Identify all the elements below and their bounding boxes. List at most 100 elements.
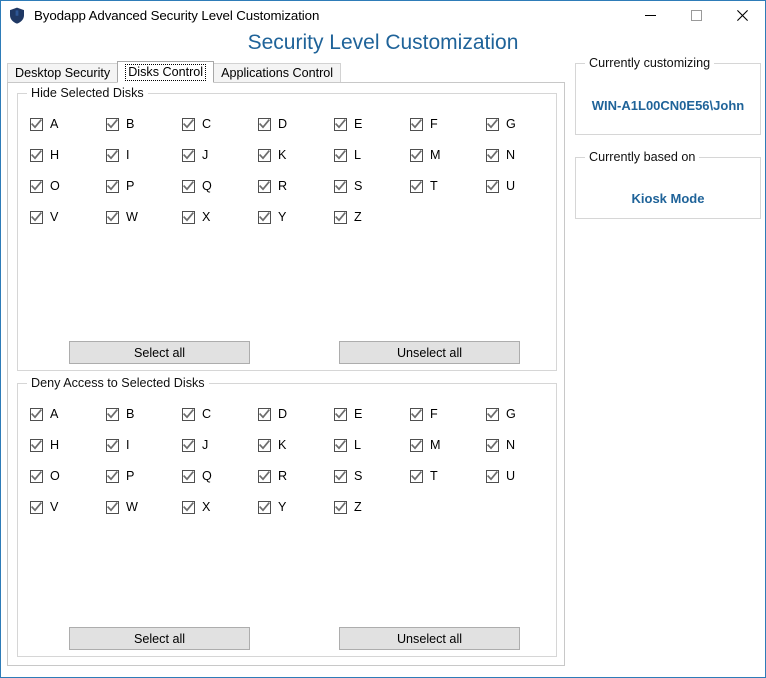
minimize-button[interactable] xyxy=(627,1,673,30)
currently-customizing-group: Currently customizing WIN-A1L00CN0E56\Jo… xyxy=(575,56,761,135)
disk-checkbox-u[interactable]: U xyxy=(486,178,515,195)
disk-checkbox-o[interactable]: O xyxy=(30,178,60,195)
disk-checkbox-p[interactable]: P xyxy=(106,468,134,485)
hide-disks-checkbox-grid: A B C D E F G H I J K L M N O P Q R S T U V W X Y Z xyxy=(30,116,550,240)
checkbox-box xyxy=(30,501,43,514)
disk-checkbox-f[interactable]: F xyxy=(410,406,438,423)
disk-checkbox-b[interactable]: B xyxy=(106,116,134,133)
disk-checkbox-k[interactable]: K xyxy=(258,437,286,454)
checkbox-label: A xyxy=(50,407,59,421)
tab-label: Desktop Security xyxy=(15,66,111,80)
checkbox-label: J xyxy=(202,148,209,162)
tab-desktop-security[interactable]: Desktop Security xyxy=(7,63,119,82)
tab-disks-control[interactable]: Disks Control xyxy=(117,61,215,83)
disks-control-panel: Hide Selected Disks A B C D E F G H I J K L M N O P Q R S T… xyxy=(7,82,565,666)
disk-checkbox-q[interactable]: Q xyxy=(182,468,212,485)
disk-checkbox-k[interactable]: K xyxy=(258,147,286,164)
disk-checkbox-a[interactable]: A xyxy=(30,116,58,133)
checkbox-label: L xyxy=(354,148,362,162)
disk-checkbox-o[interactable]: O xyxy=(30,468,60,485)
close-button[interactable] xyxy=(719,1,765,30)
checkbox-box xyxy=(258,501,271,514)
disk-checkbox-r[interactable]: R xyxy=(258,468,287,485)
checkbox-label: N xyxy=(506,438,516,452)
disk-checkbox-y[interactable]: Y xyxy=(258,209,286,226)
checkbox-label: Z xyxy=(354,210,362,224)
disk-checkbox-r[interactable]: R xyxy=(258,178,287,195)
disk-checkbox-s[interactable]: S xyxy=(334,468,362,485)
disk-checkbox-i[interactable]: I xyxy=(106,437,130,454)
disk-checkbox-l[interactable]: L xyxy=(334,437,361,454)
currently-based-on-label: Currently based on xyxy=(585,150,700,164)
checkbox-box xyxy=(106,439,119,452)
hide-unselect-all-button[interactable]: Unselect all xyxy=(339,341,520,364)
checkbox-box xyxy=(182,501,195,514)
checkbox-box xyxy=(182,211,195,224)
hide-select-all-button[interactable]: Select all xyxy=(69,341,250,364)
disk-checkbox-q[interactable]: Q xyxy=(182,178,212,195)
disk-checkbox-m[interactable]: M xyxy=(410,147,441,164)
disk-checkbox-e[interactable]: E xyxy=(334,116,362,133)
disk-checkbox-c[interactable]: C xyxy=(182,116,211,133)
disk-checkbox-g[interactable]: G xyxy=(486,116,516,133)
disk-checkbox-y[interactable]: Y xyxy=(258,499,286,516)
checkbox-box xyxy=(410,149,423,162)
checkbox-box xyxy=(30,118,43,131)
deny-unselect-all-button[interactable]: Unselect all xyxy=(339,627,520,650)
disk-checkbox-v[interactable]: V xyxy=(30,209,58,226)
disk-checkbox-x[interactable]: X xyxy=(182,499,210,516)
disk-checkbox-t[interactable]: T xyxy=(410,178,438,195)
checkbox-label: I xyxy=(126,438,130,452)
checkbox-box xyxy=(182,470,195,483)
disk-checkbox-j[interactable]: J xyxy=(182,437,208,454)
disk-checkbox-j[interactable]: J xyxy=(182,147,208,164)
shield-icon xyxy=(10,7,24,24)
disk-checkbox-v[interactable]: V xyxy=(30,499,58,516)
currently-based-on-value: Kiosk Mode xyxy=(631,191,705,206)
checkbox-label: V xyxy=(50,500,59,514)
hide-selected-disks-group: Hide Selected Disks A B C D E F G H I J K L M N O P Q R S T… xyxy=(17,86,557,371)
disk-checkbox-g[interactable]: G xyxy=(486,406,516,423)
disk-checkbox-l[interactable]: L xyxy=(334,147,361,164)
disk-checkbox-x[interactable]: X xyxy=(182,209,210,226)
disk-checkbox-h[interactable]: H xyxy=(30,147,59,164)
disk-checkbox-n[interactable]: N xyxy=(486,147,515,164)
tab-applications-control[interactable]: Applications Control xyxy=(213,63,342,82)
disk-checkbox-h[interactable]: H xyxy=(30,437,59,454)
checkbox-label: V xyxy=(50,210,59,224)
disk-checkbox-e[interactable]: E xyxy=(334,406,362,423)
deny-select-all-button[interactable]: Select all xyxy=(69,627,250,650)
disk-checkbox-b[interactable]: B xyxy=(106,406,134,423)
disk-checkbox-z[interactable]: Z xyxy=(334,209,362,226)
checkbox-box xyxy=(486,149,499,162)
checkbox-box xyxy=(486,439,499,452)
checkbox-box xyxy=(334,211,347,224)
disk-checkbox-n[interactable]: N xyxy=(486,437,515,454)
disk-checkbox-a[interactable]: A xyxy=(30,406,58,423)
checkbox-label: T xyxy=(430,179,438,193)
disk-checkbox-t[interactable]: T xyxy=(410,468,438,485)
disk-checkbox-c[interactable]: C xyxy=(182,406,211,423)
checkbox-box xyxy=(182,149,195,162)
checkbox-row: V W X Y Z xyxy=(30,209,550,240)
group-label: Hide Selected Disks xyxy=(27,86,148,100)
disk-checkbox-w[interactable]: W xyxy=(106,499,138,516)
checkbox-label: Q xyxy=(202,179,212,193)
checkbox-box xyxy=(30,470,43,483)
checkbox-box xyxy=(106,118,119,131)
disk-checkbox-z[interactable]: Z xyxy=(334,499,362,516)
disk-checkbox-m[interactable]: M xyxy=(410,437,441,454)
disk-checkbox-d[interactable]: D xyxy=(258,406,287,423)
checkbox-label: P xyxy=(126,179,135,193)
disk-checkbox-w[interactable]: W xyxy=(106,209,138,226)
maximize-button[interactable] xyxy=(673,1,719,30)
disk-checkbox-i[interactable]: I xyxy=(106,147,130,164)
deny-access-disks-group: Deny Access to Selected Disks A B C D E F G H I J… xyxy=(17,376,557,657)
disk-checkbox-f[interactable]: F xyxy=(410,116,438,133)
disk-checkbox-u[interactable]: U xyxy=(486,468,515,485)
disk-checkbox-d[interactable]: D xyxy=(258,116,287,133)
disk-checkbox-p[interactable]: P xyxy=(106,178,134,195)
checkbox-label: Z xyxy=(354,500,362,514)
disk-checkbox-s[interactable]: S xyxy=(334,178,362,195)
checkbox-label: T xyxy=(430,469,438,483)
